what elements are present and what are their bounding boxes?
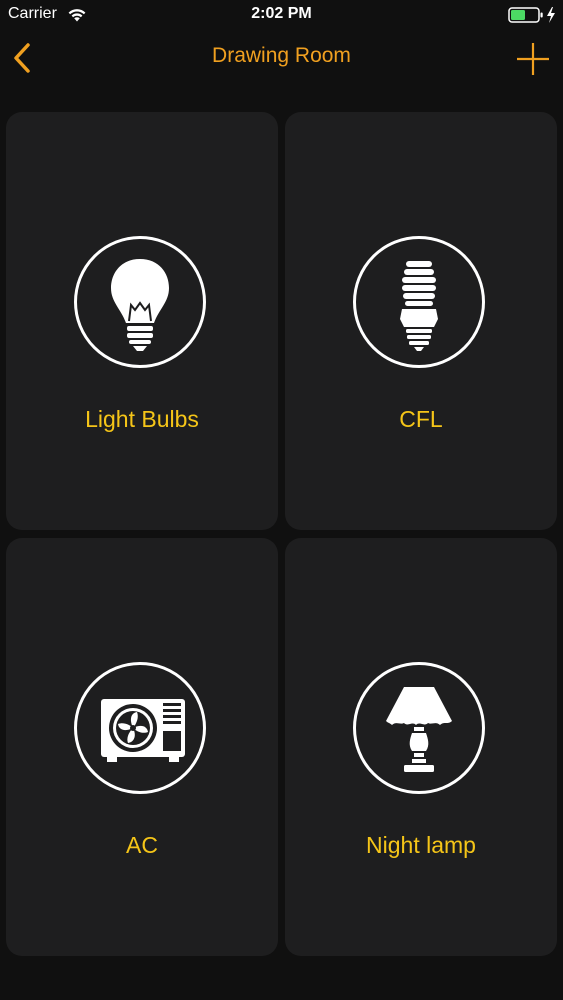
page-title: Drawing Room (212, 44, 351, 67)
device-tile-light-bulbs[interactable]: Light Bulbs (6, 112, 278, 530)
night-lamp-icon (353, 662, 485, 794)
device-label: Night lamp (366, 832, 476, 858)
plus-icon[interactable] (514, 40, 552, 78)
device-tile-cfl[interactable]: CFL (285, 112, 557, 530)
device-label: AC (126, 832, 158, 858)
air-conditioner-icon (74, 662, 206, 794)
light-bulb-icon (74, 236, 206, 368)
clock: 2:02 PM (251, 5, 312, 22)
navigation-bar: Drawing Room (0, 30, 563, 88)
cfl-bulb-icon (353, 236, 485, 368)
device-tile-night-lamp[interactable]: Night lamp (285, 538, 557, 956)
status-bar: Carrier 2:02 PM (0, 0, 563, 30)
device-label: CFL (399, 406, 443, 432)
device-list-screen: Carrier 2:02 PM Drawing Room Light Bulbs… (0, 0, 563, 1000)
device-tile-ac[interactable]: AC (6, 538, 278, 956)
device-label: Light Bulbs (85, 406, 199, 432)
battery-icon (508, 7, 555, 23)
